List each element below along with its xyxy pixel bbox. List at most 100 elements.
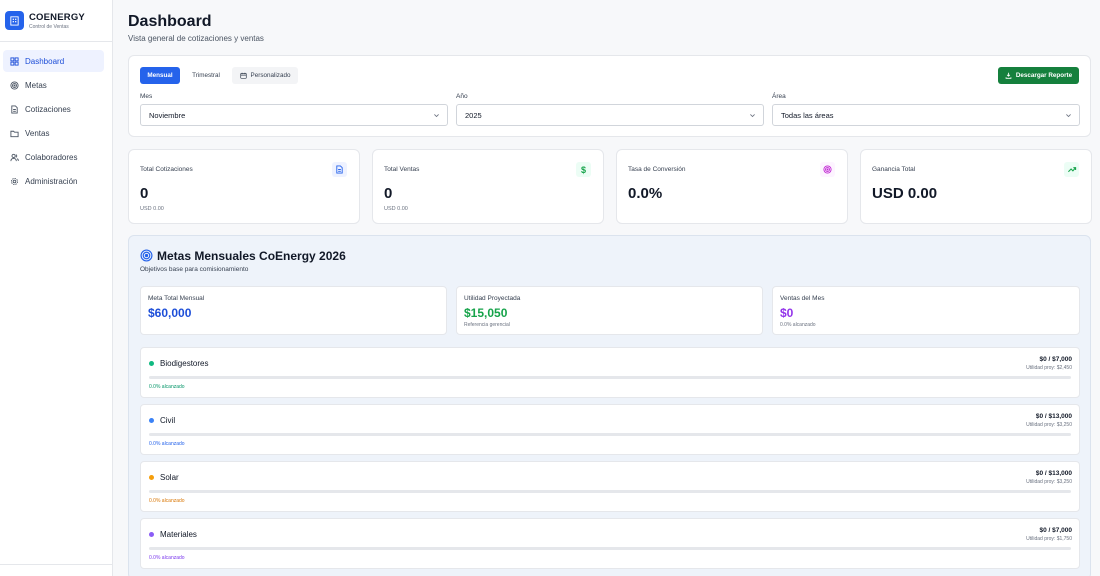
anio-select[interactable]: 2025 bbox=[456, 104, 764, 126]
sidebar-item-label: Dashboard bbox=[25, 56, 65, 66]
download-icon bbox=[1005, 72, 1012, 79]
filters-panel: Mensual Trimestral Personalizado Descarg… bbox=[128, 55, 1091, 137]
stat-label: Total Ventas bbox=[384, 166, 420, 173]
stat-card-total-cotizaciones: Total Cotizaciones 0 USD 0.00 bbox=[128, 149, 360, 224]
folder-icon bbox=[9, 128, 19, 138]
sidebar-item-label: Cotizaciones bbox=[25, 104, 71, 114]
tab-personalizado[interactable]: Personalizado bbox=[232, 67, 298, 84]
trending-up-icon bbox=[1064, 162, 1079, 177]
meta-card-label: Utilidad Proyectada bbox=[464, 295, 521, 302]
category-dot bbox=[149, 361, 154, 366]
category-utilidad: Utilidad proy: $3,250 bbox=[1026, 479, 1072, 485]
document-icon bbox=[9, 104, 19, 114]
category-progress-bar bbox=[149, 547, 1071, 550]
stat-sub: USD 0.00 bbox=[140, 206, 164, 212]
meta-card-label: Meta Total Mensual bbox=[148, 295, 205, 302]
metas-title: Metas Mensuales CoEnergy 2026 bbox=[157, 249, 346, 263]
anio-value: 2025 bbox=[465, 110, 482, 120]
area-label: Área bbox=[772, 93, 786, 100]
category-civil: Civil $0 / $13,000 Utilidad proy: $3,250… bbox=[140, 404, 1080, 455]
utilidad-proyectada-card: Utilidad Proyectada $15,050 Referencia g… bbox=[456, 286, 763, 335]
page-subtitle: Vista general de cotizaciones y ventas bbox=[128, 34, 264, 43]
brand-name: COENERGY bbox=[29, 11, 85, 23]
category-name: Solar bbox=[160, 473, 179, 482]
metas-section: Metas Mensuales CoEnergy 2026 Objetivos … bbox=[128, 235, 1091, 576]
brand-tagline: Control de Ventas bbox=[29, 23, 69, 30]
sidebar-item-administracion[interactable]: Administración bbox=[3, 170, 104, 192]
target-icon bbox=[820, 162, 835, 177]
category-utilidad: Utilidad proy: $1,750 bbox=[1026, 536, 1072, 542]
category-amount: $0 / $7,000 bbox=[1039, 356, 1072, 363]
tab-mensual[interactable]: Mensual bbox=[140, 67, 180, 84]
ventas-del-mes-card: Ventas del Mes $0 0.0% alcanzado bbox=[772, 286, 1080, 335]
sidebar-nav: Dashboard Metas Cotizaciones Ventas Cola… bbox=[0, 42, 112, 192]
mes-label: Mes bbox=[140, 93, 153, 100]
page-title: Dashboard bbox=[128, 13, 212, 30]
stat-card-tasa-conversion: Tasa de Conversión 0.0% bbox=[616, 149, 848, 224]
target-icon bbox=[9, 80, 19, 90]
tab-personalizado-label: Personalizado bbox=[250, 72, 291, 79]
category-materiales: Materiales $0 / $7,000 Utilidad proy: $1… bbox=[140, 518, 1080, 569]
sidebar-item-colaboradores[interactable]: Colaboradores bbox=[3, 146, 104, 168]
gear-icon bbox=[9, 176, 19, 186]
sidebar-footer bbox=[0, 564, 112, 576]
stat-label: Ganancia Total bbox=[872, 166, 916, 173]
tab-trimestral[interactable]: Trimestral bbox=[185, 67, 227, 84]
mes-select[interactable]: Noviembre bbox=[140, 104, 448, 126]
category-progress-bar bbox=[149, 433, 1071, 436]
building-icon bbox=[5, 11, 24, 30]
stat-value: 0.0% bbox=[628, 185, 663, 202]
sidebar-item-cotizaciones[interactable]: Cotizaciones bbox=[3, 98, 104, 120]
category-pct: 0.0% alcanzado bbox=[149, 384, 185, 390]
category-pct: 0.0% alcanzado bbox=[149, 555, 185, 561]
dollar-icon: $ bbox=[576, 162, 591, 177]
meta-card-sub: 0.0% alcanzado bbox=[780, 322, 816, 328]
sidebar-item-label: Administración bbox=[25, 176, 78, 186]
category-progress-bar bbox=[149, 376, 1071, 379]
stat-label: Tasa de Conversión bbox=[628, 166, 686, 173]
category-amount: $0 / $13,000 bbox=[1035, 413, 1072, 420]
metas-subtitle: Objetivos base para comisionamiento bbox=[140, 266, 249, 273]
sidebar-item-label: Ventas bbox=[25, 128, 50, 138]
category-name: Civil bbox=[160, 416, 176, 425]
chevron-down-icon bbox=[1065, 112, 1072, 121]
target-icon bbox=[140, 249, 153, 267]
category-amount: $0 / $7,000 bbox=[1039, 527, 1072, 534]
category-solar: Solar $0 / $13,000 Utilidad proy: $3,250… bbox=[140, 461, 1080, 512]
category-pct: 0.0% alcanzado bbox=[149, 498, 185, 504]
category-name: Materiales bbox=[160, 530, 197, 539]
brand: COENERGY Control de Ventas bbox=[0, 0, 112, 42]
area-select[interactable]: Todas las áreas bbox=[772, 104, 1080, 126]
sidebar-item-ventas[interactable]: Ventas bbox=[3, 122, 104, 144]
chevron-down-icon bbox=[433, 112, 440, 121]
document-icon bbox=[332, 162, 347, 177]
category-biodigestores: Biodigestores $0 / $7,000 Utilidad proy:… bbox=[140, 347, 1080, 398]
stat-card-ganancia-total: Ganancia Total USD 0.00 bbox=[860, 149, 1092, 224]
sidebar-item-metas[interactable]: Metas bbox=[3, 74, 104, 96]
sidebar: COENERGY Control de Ventas Dashboard Met… bbox=[0, 0, 113, 576]
stat-card-total-ventas: Total Ventas $ 0 USD 0.00 bbox=[372, 149, 604, 224]
chevron-down-icon bbox=[749, 112, 756, 121]
meta-card-label: Ventas del Mes bbox=[780, 295, 825, 302]
category-progress-bar bbox=[149, 490, 1071, 493]
anio-label: Año bbox=[456, 93, 468, 100]
stat-value: USD 0.00 bbox=[872, 185, 938, 202]
category-dot bbox=[149, 418, 154, 423]
grid-icon bbox=[9, 56, 19, 66]
meta-card-sub: Referencia gerencial bbox=[464, 322, 510, 328]
category-amount: $0 / $13,000 bbox=[1035, 470, 1072, 477]
category-dot bbox=[149, 475, 154, 480]
calendar-icon bbox=[239, 72, 247, 79]
sidebar-item-label: Colaboradores bbox=[25, 152, 78, 162]
area-value: Todas las áreas bbox=[781, 110, 834, 120]
sidebar-item-dashboard[interactable]: Dashboard bbox=[3, 50, 104, 72]
category-dot bbox=[149, 532, 154, 537]
category-pct: 0.0% alcanzado bbox=[149, 441, 185, 447]
sidebar-item-label: Metas bbox=[25, 80, 47, 90]
stat-label: Total Cotizaciones bbox=[140, 166, 193, 173]
meta-card-value: $60,000 bbox=[148, 306, 192, 320]
main-content: Dashboard Vista general de cotizaciones … bbox=[113, 0, 1100, 576]
users-icon bbox=[9, 152, 19, 162]
meta-card-value: $0 bbox=[780, 306, 794, 320]
download-report-button[interactable]: Descargar Reporte bbox=[998, 67, 1079, 84]
